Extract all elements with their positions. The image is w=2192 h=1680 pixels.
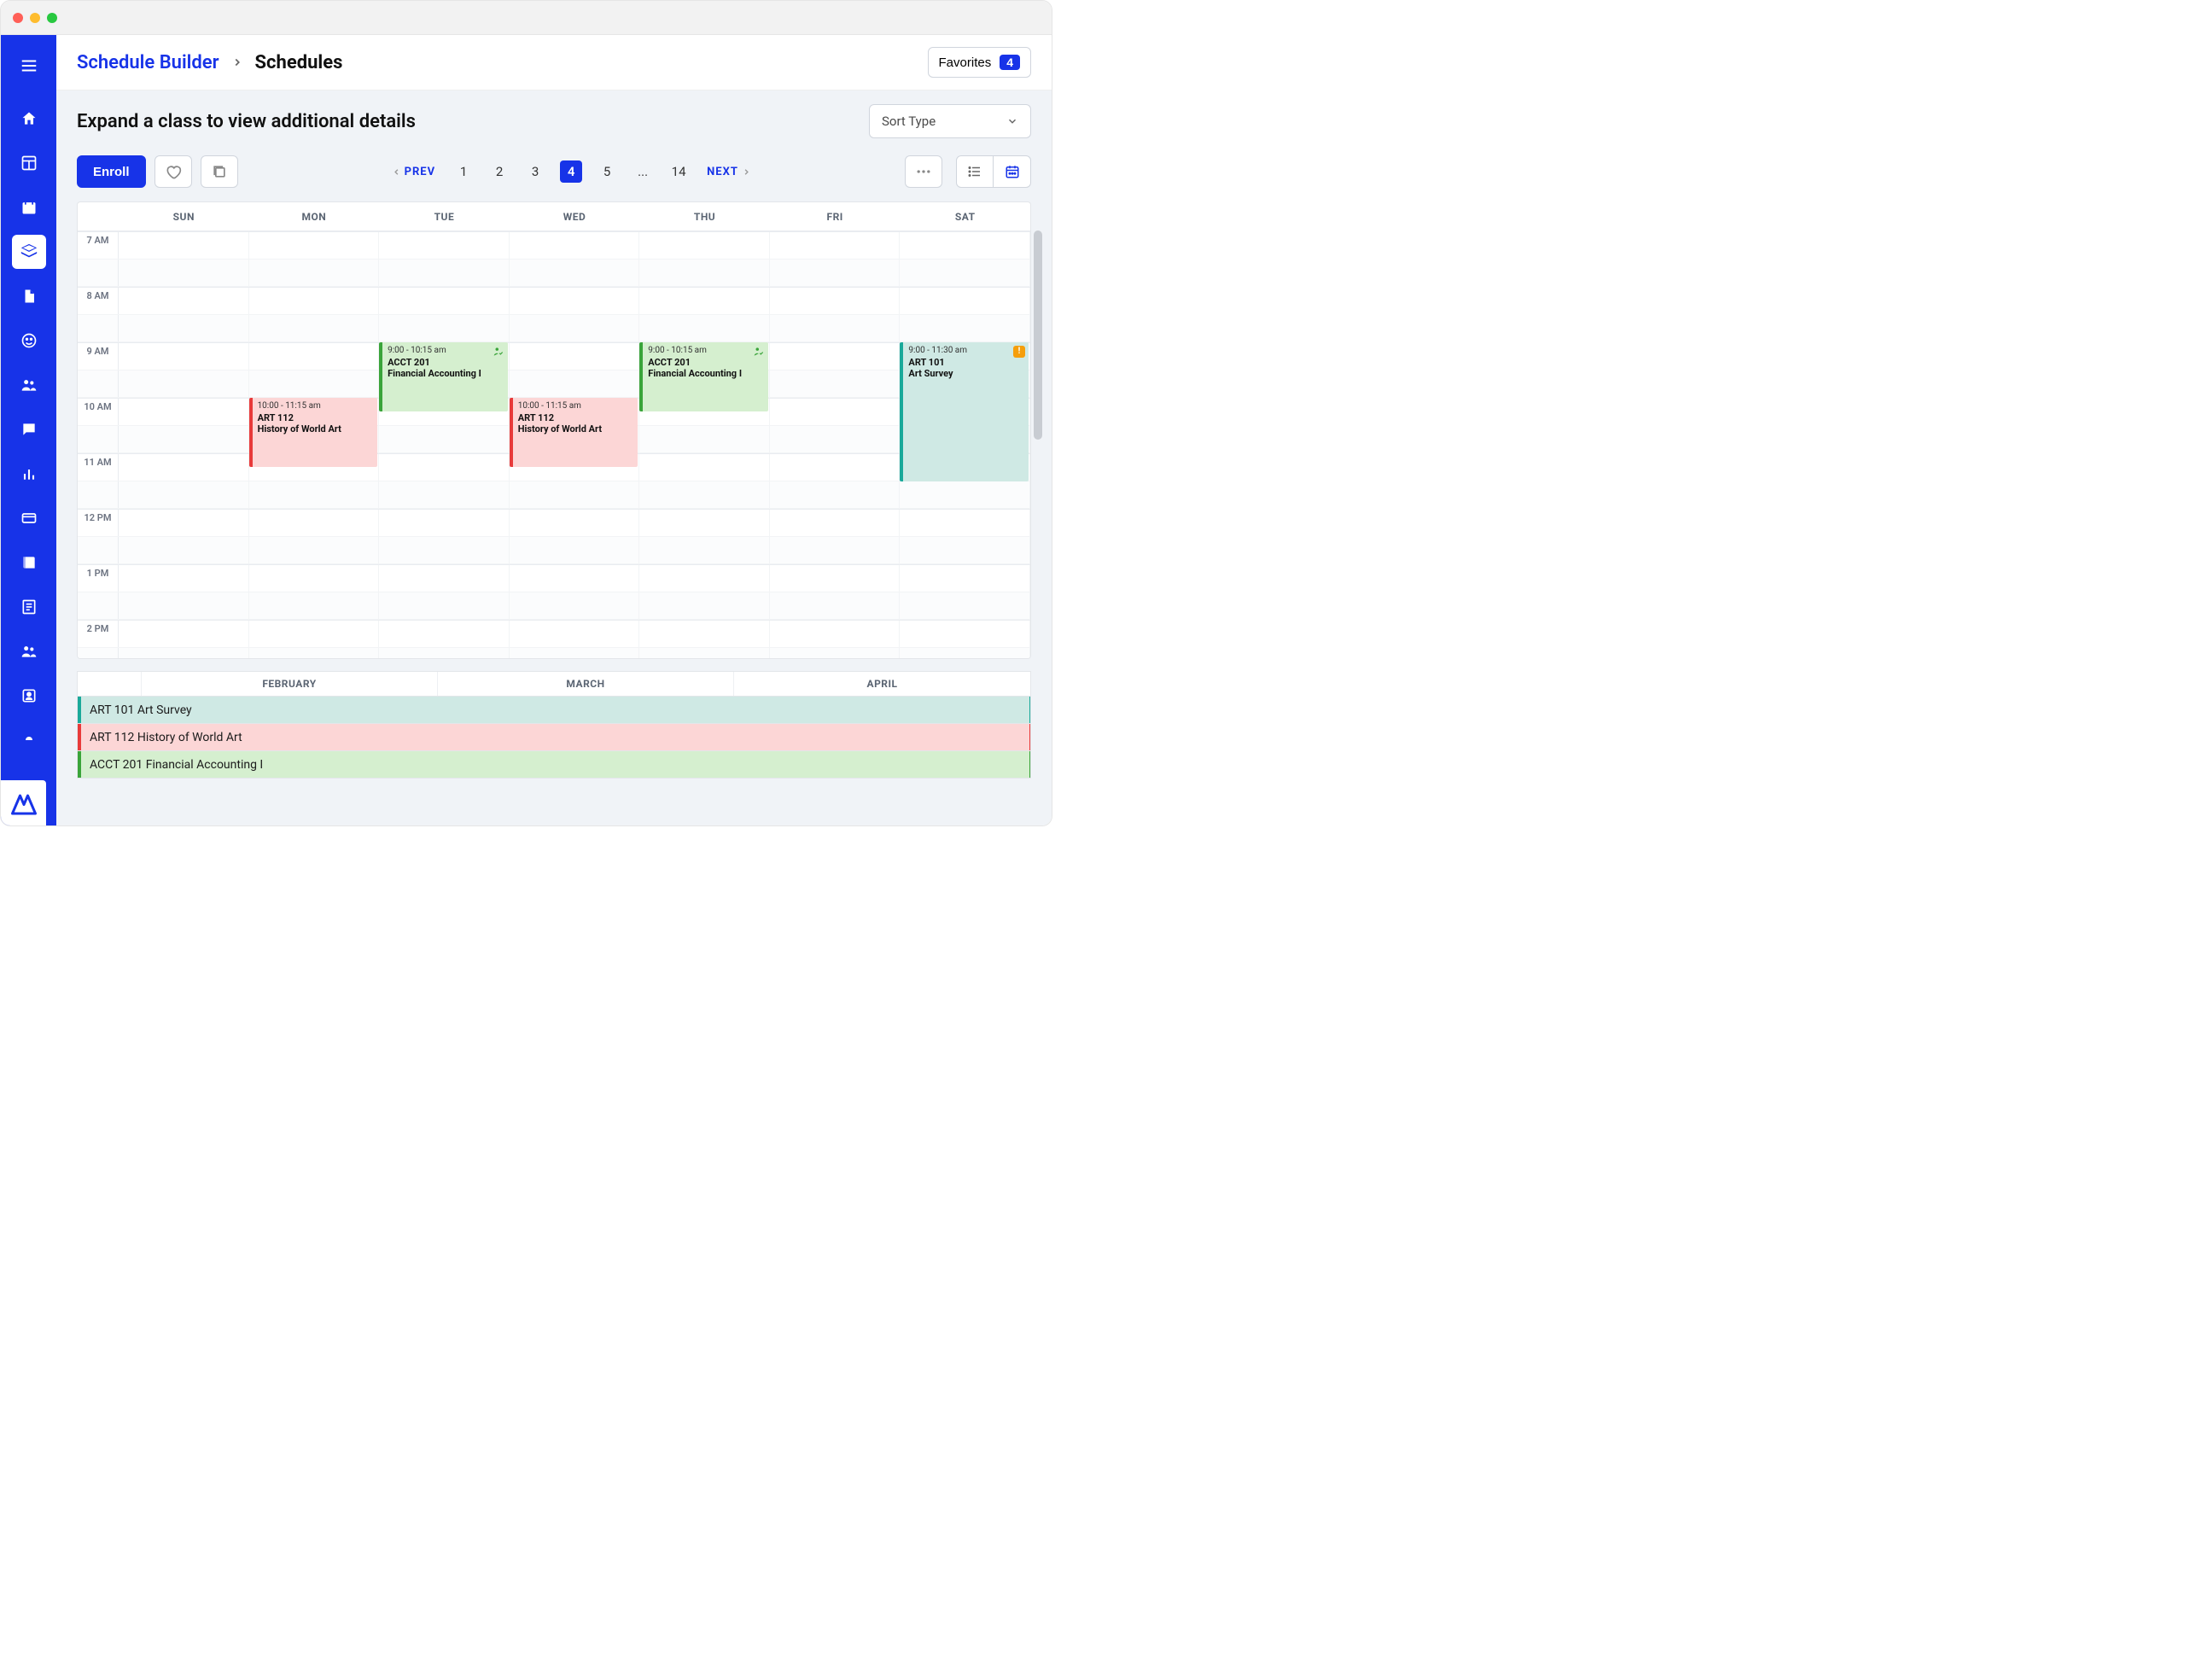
page-subtitle: Expand a class to view additional detail… [77,111,416,132]
term-month-header: APRIL [734,672,1030,696]
calendar-event[interactable]: 10:00 - 11:15 amART 112History of World … [510,398,638,467]
favorites-button[interactable]: Favorites 4 [928,47,1031,78]
documents-icon[interactable] [12,279,46,313]
topbar: Schedule Builder Schedules Favorites 4 [56,35,1052,90]
payment-icon[interactable] [12,501,46,535]
window-titlebar [1,1,1052,35]
pager-page-4[interactable]: 4 [560,160,582,183]
analytics-icon[interactable] [12,457,46,491]
groups-icon[interactable] [12,634,46,668]
calendar-scrollbar[interactable] [1034,230,1042,440]
heart-icon [165,163,182,180]
contact-card-icon[interactable] [12,679,46,713]
menu-toggle[interactable] [12,49,46,83]
schedule-builder-icon[interactable] [12,235,46,269]
chevron-right-icon [231,56,243,68]
pager-page-1[interactable]: 1 [452,160,475,183]
person-check-icon [493,346,504,358]
day-header: MON [249,202,380,230]
week-calendar: SUNMONTUEWEDTHUFRISAT 7 AM8 AM9 AM10 AM1… [77,201,1031,659]
term-month-header: FEBRUARY [142,672,438,696]
chevron-down-icon [1006,115,1018,127]
sort-type-select[interactable]: Sort Type [869,104,1031,138]
day-header: THU [639,202,770,230]
favorites-count: 4 [1000,55,1020,70]
enroll-button[interactable]: Enroll [77,155,146,188]
more-icon[interactable] [12,723,46,757]
more-options-button[interactable] [905,155,942,188]
maximize-window-icon[interactable] [47,13,57,23]
pager-page-2[interactable]: 2 [488,160,510,183]
day-header: TUE [379,202,510,230]
pager-prev[interactable]: PREV [387,160,441,184]
warning-icon: ! [1013,346,1025,358]
pager-next[interactable]: NEXT [702,160,756,184]
pagination: PREV 12345... 14 NEXT [247,160,896,184]
term-timeline: FEBRUARYMARCHAPRIL ART 101 Art SurveyART… [77,671,1031,779]
book-icon[interactable] [12,545,46,580]
calendar-icon[interactable] [12,190,46,225]
pager-page-...: ... [632,160,654,183]
calendar-event[interactable]: 9:00 - 10:15 amACCT 201Financial Account… [379,342,508,411]
day-header: SUN [119,202,249,230]
minimize-window-icon[interactable] [30,13,40,23]
list-icon [967,164,982,179]
calendar-view-button[interactable] [994,155,1031,188]
save-stack-button[interactable] [201,155,238,188]
close-window-icon[interactable] [13,13,23,23]
breadcrumb-parent[interactable]: Schedule Builder [77,52,219,73]
term-course-bar: ART 112 History of World Art [78,724,1030,750]
dashboard-icon[interactable] [12,146,46,180]
calendar-event[interactable]: 10:00 - 11:15 amART 112History of World … [249,398,378,467]
home-icon[interactable] [12,102,46,136]
term-row[interactable]: ART 112 History of World Art [77,724,1031,751]
form-icon[interactable] [12,590,46,624]
list-view-button[interactable] [956,155,994,188]
calendar-event[interactable]: 9:00 - 10:15 amACCT 201Financial Account… [639,342,768,411]
term-row[interactable]: ACCT 201 Financial Accounting I [77,751,1031,779]
calendar-event[interactable]: 9:00 - 11:30 amART 101Art Survey! [900,342,1029,481]
pager-page-14[interactable]: 14 [668,160,690,183]
brand-logo [1,780,46,825]
chat-icon[interactable] [12,412,46,446]
day-header: FRI [770,202,901,230]
term-month-header: MARCH [438,672,734,696]
calendar-view-icon [1005,164,1020,179]
smile-icon[interactable] [12,324,46,358]
term-course-bar: ART 101 Art Survey [78,697,1030,723]
breadcrumb-current: Schedules [255,52,343,73]
day-header: SAT [900,202,1030,230]
pager-page-5[interactable]: 5 [596,160,618,183]
people-icon[interactable] [12,368,46,402]
day-header: WED [510,202,640,230]
person-check-icon [753,346,765,358]
term-course-bar: ACCT 201 Financial Accounting I [78,751,1030,778]
term-row[interactable]: ART 101 Art Survey [77,697,1031,724]
favorites-label: Favorites [939,55,992,70]
stack-icon [211,163,228,180]
ellipsis-icon [915,163,932,180]
pager-page-3[interactable]: 3 [524,160,546,183]
side-rail [1,35,56,825]
favorite-heart-button[interactable] [154,155,192,188]
